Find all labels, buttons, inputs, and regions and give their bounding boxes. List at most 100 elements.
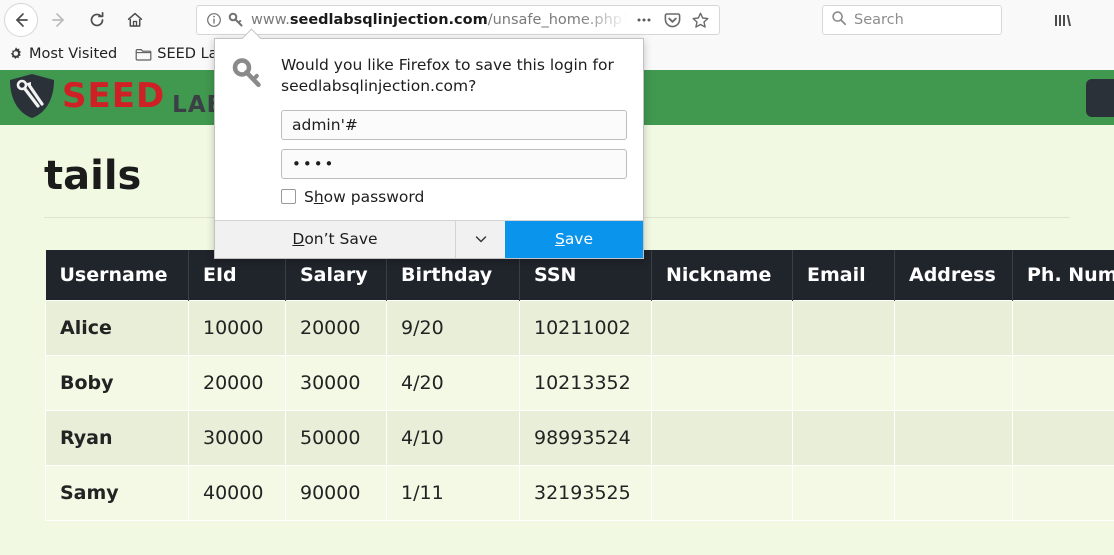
cell-username: Boby xyxy=(45,355,189,411)
cell-email xyxy=(792,355,895,411)
doorhanger-footer: Don’t Save Save xyxy=(215,219,643,258)
cell-nickname xyxy=(651,355,793,411)
label-accesskey: D xyxy=(292,230,305,249)
seed-labs-logo[interactable]: SEED LABS xyxy=(8,73,243,119)
cell-birthday: 4/10 xyxy=(386,410,520,466)
cell-nickname xyxy=(651,465,793,521)
column-header-address[interactable]: Address xyxy=(894,250,1013,301)
table-row: Samy 40000 90000 1/11 32193525 xyxy=(45,465,1114,521)
column-header-email[interactable]: Email xyxy=(792,250,895,301)
chevron-down-icon xyxy=(475,236,486,243)
table-row: Boby 20000 30000 4/20 10213352 xyxy=(45,355,1114,411)
password-save-doorhanger: Would you like Firefox to save this logi… xyxy=(214,38,644,259)
library-button[interactable] xyxy=(1048,6,1078,34)
cell-username: Alice xyxy=(45,300,189,356)
cell-birthday: 9/20 xyxy=(386,300,520,356)
folder-icon xyxy=(135,48,152,61)
star-icon[interactable] xyxy=(687,7,713,33)
doorhanger-prompt: Would you like Firefox to save this logi… xyxy=(281,56,614,95)
user-details-table: Username EId Salary Birthday SSN Nicknam… xyxy=(45,250,1114,521)
url-bar[interactable]: www.seedlabsqlinjection.com/unsafe_home.… xyxy=(196,5,720,35)
pocket-icon[interactable] xyxy=(659,7,685,33)
cell-username: Ryan xyxy=(45,410,189,466)
url-text[interactable]: www.seedlabsqlinjection.com/unsafe_home.… xyxy=(251,9,631,31)
column-header-username[interactable]: Username xyxy=(45,250,189,301)
cell-nickname xyxy=(651,300,793,356)
table-row: Alice 10000 20000 9/20 10211002 xyxy=(45,300,1114,356)
cell-ssn: 98993524 xyxy=(519,410,652,466)
bookmark-label: Most Visited xyxy=(29,46,118,62)
back-button[interactable] xyxy=(4,3,38,37)
cell-phone xyxy=(1012,465,1114,521)
save-button[interactable]: Save xyxy=(505,220,643,258)
password-value: •••• xyxy=(292,154,336,173)
cell-birthday: 1/11 xyxy=(386,465,520,521)
column-header-nickname[interactable]: Nickname xyxy=(651,250,793,301)
username-field[interactable]: admin'# xyxy=(281,109,627,140)
cell-ssn: 10213352 xyxy=(519,355,652,411)
navbar-toggle-icon[interactable] xyxy=(1086,79,1114,117)
save-label: Save xyxy=(555,230,593,248)
url-scheme: www. xyxy=(251,12,290,28)
reload-button[interactable] xyxy=(80,3,114,37)
home-icon xyxy=(127,12,143,27)
cell-eid: 10000 xyxy=(188,300,286,356)
search-input[interactable]: Search xyxy=(822,5,1002,35)
show-password-checkbox[interactable]: Show password xyxy=(281,188,627,206)
info-icon[interactable] xyxy=(203,9,225,31)
label-part-after: n’t Save xyxy=(313,230,378,249)
url-bar-actions xyxy=(631,7,713,33)
cell-eid: 40000 xyxy=(188,465,286,521)
cell-address xyxy=(894,355,1013,411)
cell-salary: 20000 xyxy=(285,300,387,356)
label-part-mid: o xyxy=(304,230,314,249)
key-icon xyxy=(231,55,269,206)
label-accesskey: h xyxy=(313,187,324,206)
label-part-before: S xyxy=(304,187,314,206)
browser-toolbar: www.seedlabsqlinjection.com/unsafe_home.… xyxy=(0,0,1114,40)
username-value: admin'# xyxy=(292,115,358,134)
checkbox-box[interactable] xyxy=(281,189,296,205)
cell-address xyxy=(894,410,1013,466)
cell-address xyxy=(894,300,1013,356)
url-path: /unsafe_home.php?username=adm xyxy=(487,12,631,28)
table-row: Ryan 30000 50000 4/10 98993524 xyxy=(45,410,1114,466)
search-icon xyxy=(831,10,847,30)
cell-salary: 50000 xyxy=(285,410,387,466)
show-password-label: Show password xyxy=(304,188,424,206)
doorhanger-body: Would you like Firefox to save this logi… xyxy=(215,39,643,220)
label-accesskey: S xyxy=(554,230,565,249)
dont-save-label: Don’t Save xyxy=(292,230,377,248)
cell-ssn: 32193525 xyxy=(519,465,652,521)
ellipsis-icon[interactable] xyxy=(631,7,657,33)
shield-tools-icon xyxy=(10,74,54,118)
url-host: seedlabsqlinjection.com xyxy=(289,12,488,28)
cell-eid: 30000 xyxy=(188,410,286,466)
navigation-buttons xyxy=(0,3,152,37)
gear-icon xyxy=(10,47,21,59)
label-part-after: ow password xyxy=(323,187,425,206)
dont-save-button[interactable]: Don’t Save xyxy=(215,220,505,258)
reload-icon xyxy=(90,11,104,27)
cell-phone xyxy=(1012,300,1114,356)
cell-email xyxy=(792,300,895,356)
cell-ssn: 10211002 xyxy=(519,300,652,356)
forward-button[interactable] xyxy=(42,3,76,37)
cell-email xyxy=(792,465,895,521)
cell-username: Samy xyxy=(45,465,189,521)
cell-email xyxy=(792,410,895,466)
arrow-left-icon xyxy=(16,13,28,27)
column-header-phone[interactable]: Ph. Number xyxy=(1012,250,1114,301)
password-field[interactable]: •••• xyxy=(281,148,627,179)
browser-window: SEED LABS tails Username EId Salary Birt… xyxy=(0,0,1114,555)
bookmark-most-visited[interactable]: Most Visited xyxy=(6,42,119,66)
cell-phone xyxy=(1012,355,1114,411)
label-part-after: ave xyxy=(564,230,594,249)
doorhanger-dropdown-button[interactable] xyxy=(455,220,505,258)
doorhanger-arrow xyxy=(241,28,263,39)
arrow-right-icon xyxy=(52,13,64,27)
library-icon xyxy=(1055,15,1071,26)
cell-birthday: 4/20 xyxy=(386,355,520,411)
home-button[interactable] xyxy=(118,3,152,37)
cell-address xyxy=(894,465,1013,521)
